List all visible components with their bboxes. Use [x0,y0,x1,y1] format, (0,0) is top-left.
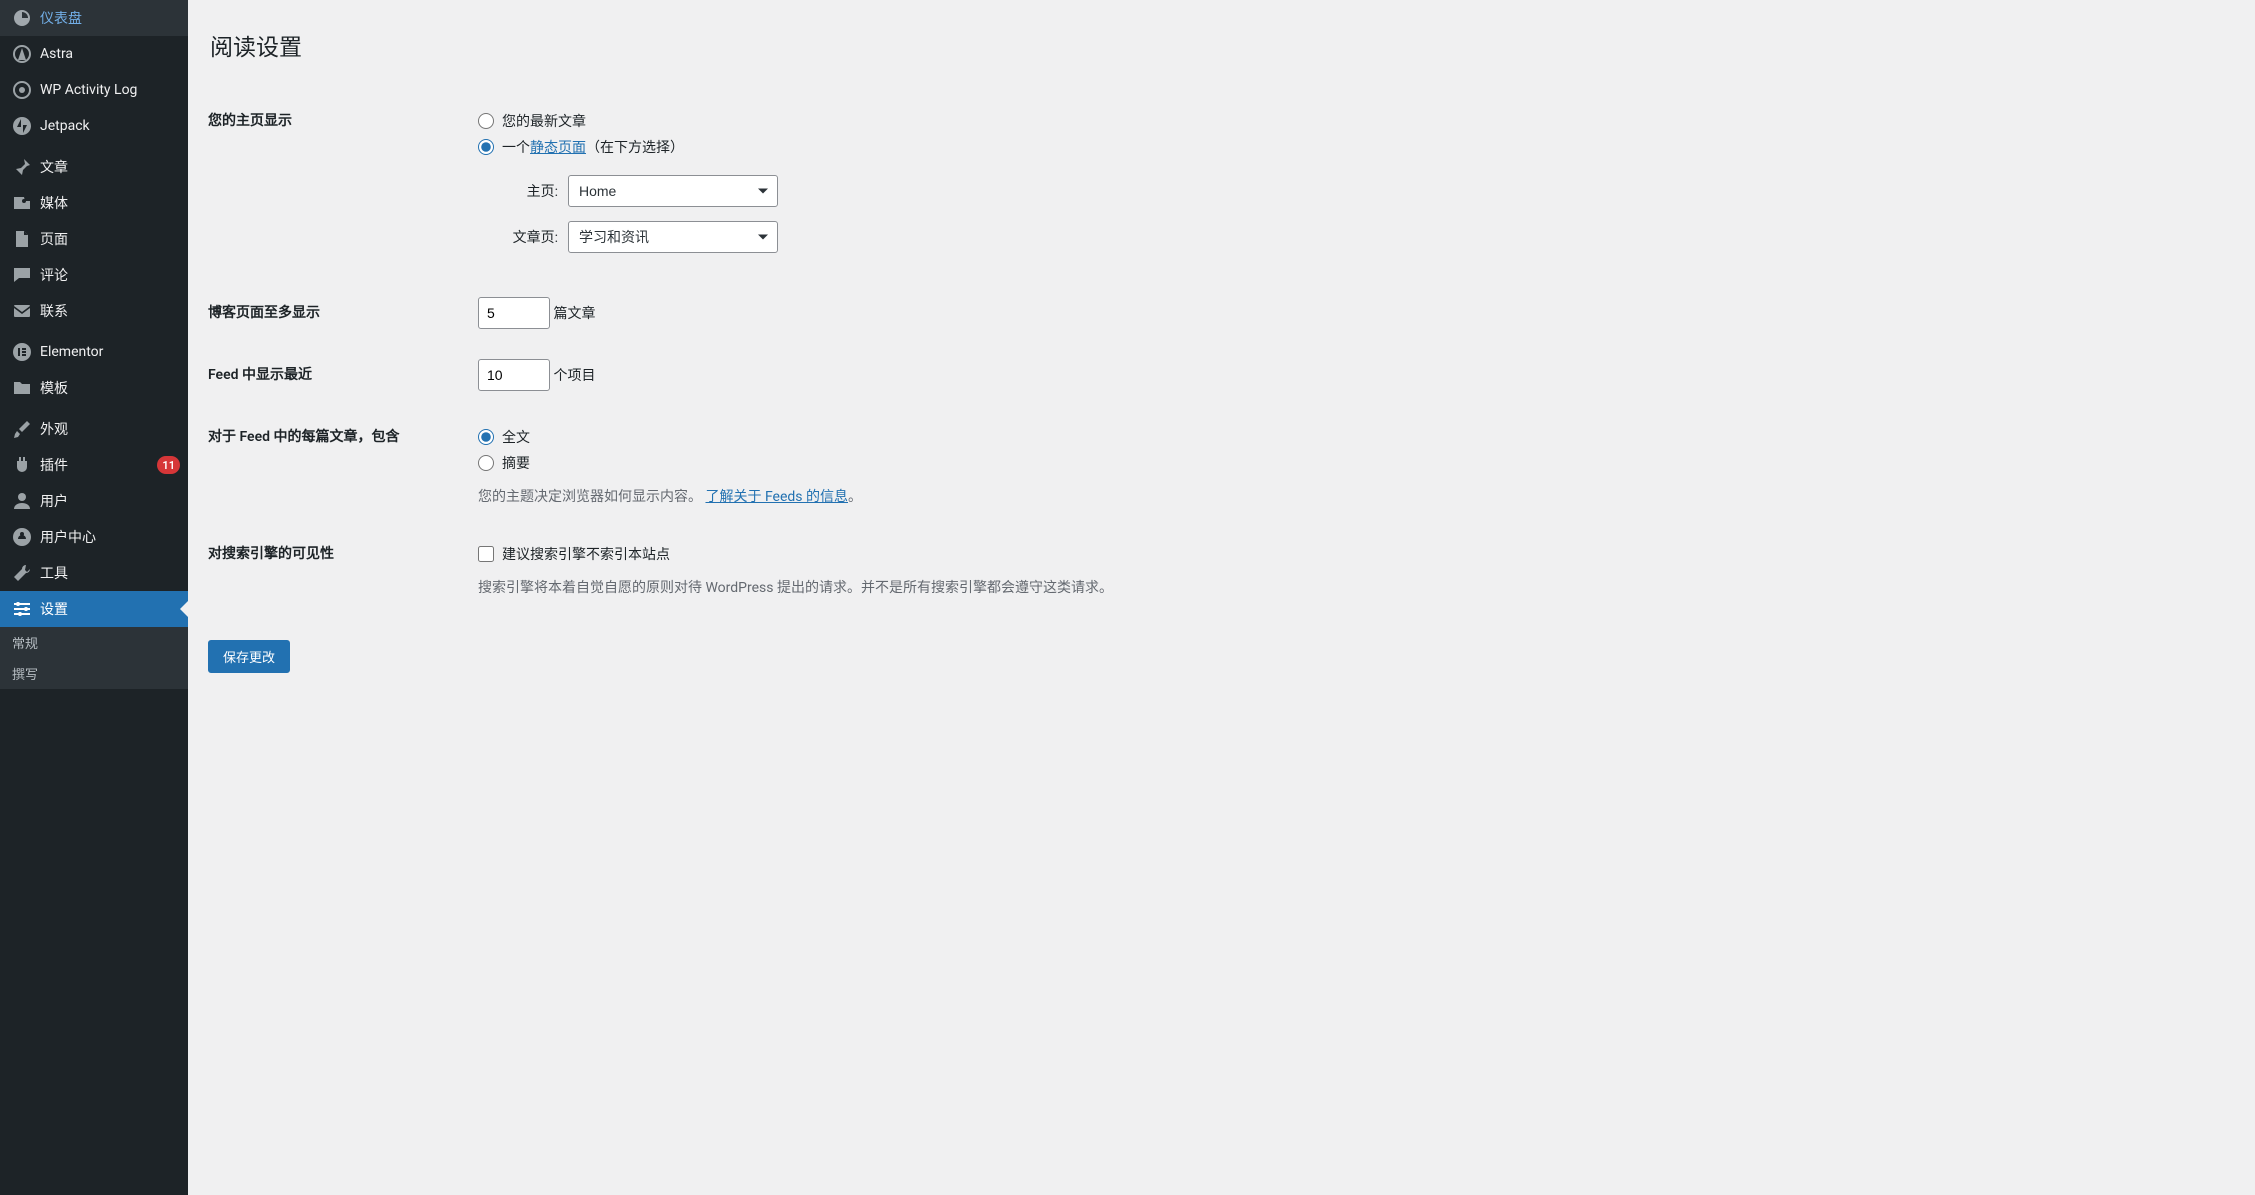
sidebar-item-pages[interactable]: 页面 [0,221,188,257]
sidebar-item-contact[interactable]: 联系 [0,293,188,329]
row-label-feedcontent: 对于 Feed 中的每篇文章，包含 [208,406,468,523]
sidebar-item-tools[interactable]: 工具 [0,555,188,591]
blog-posts-count-suffix: 篇文章 [553,306,595,322]
radio-full-text-label[interactable]: 全文 [502,427,530,447]
radio-latest-posts-label[interactable]: 您的最新文章 [502,111,586,131]
sidebar-item-appearance[interactable]: 外观 [0,411,188,447]
comment-icon [12,265,32,285]
activity-icon [12,80,32,100]
main-content: 阅读设置 您的主页显示 您的最新文章 一个静态页面（在下方选择） [188,0,2255,1195]
row-label-homepage: 您的主页显示 [208,90,468,282]
sidebar-sub-writing[interactable]: 撰写 [0,658,188,689]
sidebar-item-label: Astra [40,46,180,62]
sidebar-item-label: 页面 [40,229,180,249]
dashboard-icon [12,8,32,28]
feed-items-count-input[interactable] [478,359,550,391]
sidebar-item-settings[interactable]: 设置 [0,591,188,627]
astra-icon [12,44,32,64]
sidebar-item-label: 外观 [40,419,180,439]
user-icon [12,491,32,511]
sidebar-item-templates[interactable]: 模板 [0,370,188,406]
row-label-search: 对搜索引擎的可见性 [208,523,468,614]
media-icon [12,193,32,213]
radio-summary-label[interactable]: 摘要 [502,453,530,473]
sidebar-item-dashboard[interactable]: 仪表盘 [0,0,188,36]
jetpack-icon [12,116,32,136]
usercenter-icon [12,527,32,547]
sidebar-item-elementor[interactable]: Elementor [0,334,188,370]
sidebar-item-label: 联系 [40,301,180,321]
wrench-icon [12,563,32,583]
feed-items-count-suffix: 个项目 [553,368,595,384]
update-count-badge: 11 [157,456,180,474]
settings-form: 您的主页显示 您的最新文章 一个静态页面（在下方选择） 主页: [208,90,2235,614]
sidebar-sub-general[interactable]: 常规 [0,627,188,658]
plugin-icon [12,455,32,475]
folder-icon [12,378,32,398]
pin-icon [12,157,32,177]
save-button[interactable]: 保存更改 [208,640,290,673]
blog-posts-count-input[interactable] [478,297,550,329]
sidebar-item-jetpack[interactable]: Jetpack [0,108,188,144]
row-label-feedcount: Feed 中显示最近 [208,344,468,406]
mail-icon [12,301,32,321]
home-page-select[interactable]: Home [568,175,778,207]
sidebar-item-label: 用户 [40,491,180,511]
posts-select-label: 文章页: [500,227,558,247]
sidebar-item-media[interactable]: 媒体 [0,185,188,221]
feeds-info-link[interactable]: 了解关于 Feeds 的信息 [705,489,848,505]
sidebar-item-label: Elementor [40,344,180,360]
home-select-label: 主页: [500,181,558,201]
radio-latest-posts[interactable] [478,113,494,129]
sidebar-item-users[interactable]: 用户 [0,483,188,519]
radio-summary[interactable] [478,455,494,471]
row-label-blogcount: 博客页面至多显示 [208,282,468,344]
elementor-icon [12,342,32,362]
radio-full-text[interactable] [478,429,494,445]
checkbox-discourage-search-label[interactable]: 建议搜索引擎不索引本站点 [502,544,670,564]
sidebar-item-plugins[interactable]: 插件 11 [0,447,188,483]
admin-sidebar: 仪表盘 Astra WP Activity Log Jetpack 文章 媒体 … [0,0,188,1195]
sidebar-item-label: 仪表盘 [40,8,180,28]
posts-page-select[interactable]: 学习和资讯 [568,221,778,253]
page-icon [12,229,32,249]
sidebar-item-label: 模板 [40,378,180,398]
sidebar-item-label: 文章 [40,157,180,177]
static-page-link[interactable]: 静态页面 [530,140,586,156]
brush-icon [12,419,32,439]
sidebar-item-label: Jetpack [40,118,180,134]
page-title: 阅读设置 [210,28,2235,62]
sidebar-item-astra[interactable]: Astra [0,36,188,72]
radio-static-page[interactable] [478,139,494,155]
sidebar-item-usercenter[interactable]: 用户中心 [0,519,188,555]
feed-description: 您的主题决定浏览器如何显示内容。 了解关于 Feeds 的信息。 [478,487,2225,508]
sidebar-item-label: WP Activity Log [40,82,180,98]
sidebar-item-label: 插件 [40,455,151,475]
search-description: 搜索引擎将本着自觉自愿的原则对待 WordPress 提出的请求。并不是所有搜索… [478,578,2225,599]
sidebar-item-activitylog[interactable]: WP Activity Log [0,72,188,108]
sliders-icon [12,599,32,619]
sidebar-item-label: 媒体 [40,193,180,213]
sidebar-submenu: 常规 撰写 [0,627,188,689]
checkbox-discourage-search[interactable] [478,546,494,562]
sidebar-item-posts[interactable]: 文章 [0,149,188,185]
sidebar-item-label: 评论 [40,265,180,285]
radio-static-page-label[interactable]: 一个静态页面（在下方选择） [502,137,684,157]
sidebar-item-label: 用户中心 [40,527,180,547]
sidebar-item-label: 工具 [40,563,180,583]
sidebar-item-comments[interactable]: 评论 [0,257,188,293]
sidebar-item-label: 设置 [40,599,180,619]
